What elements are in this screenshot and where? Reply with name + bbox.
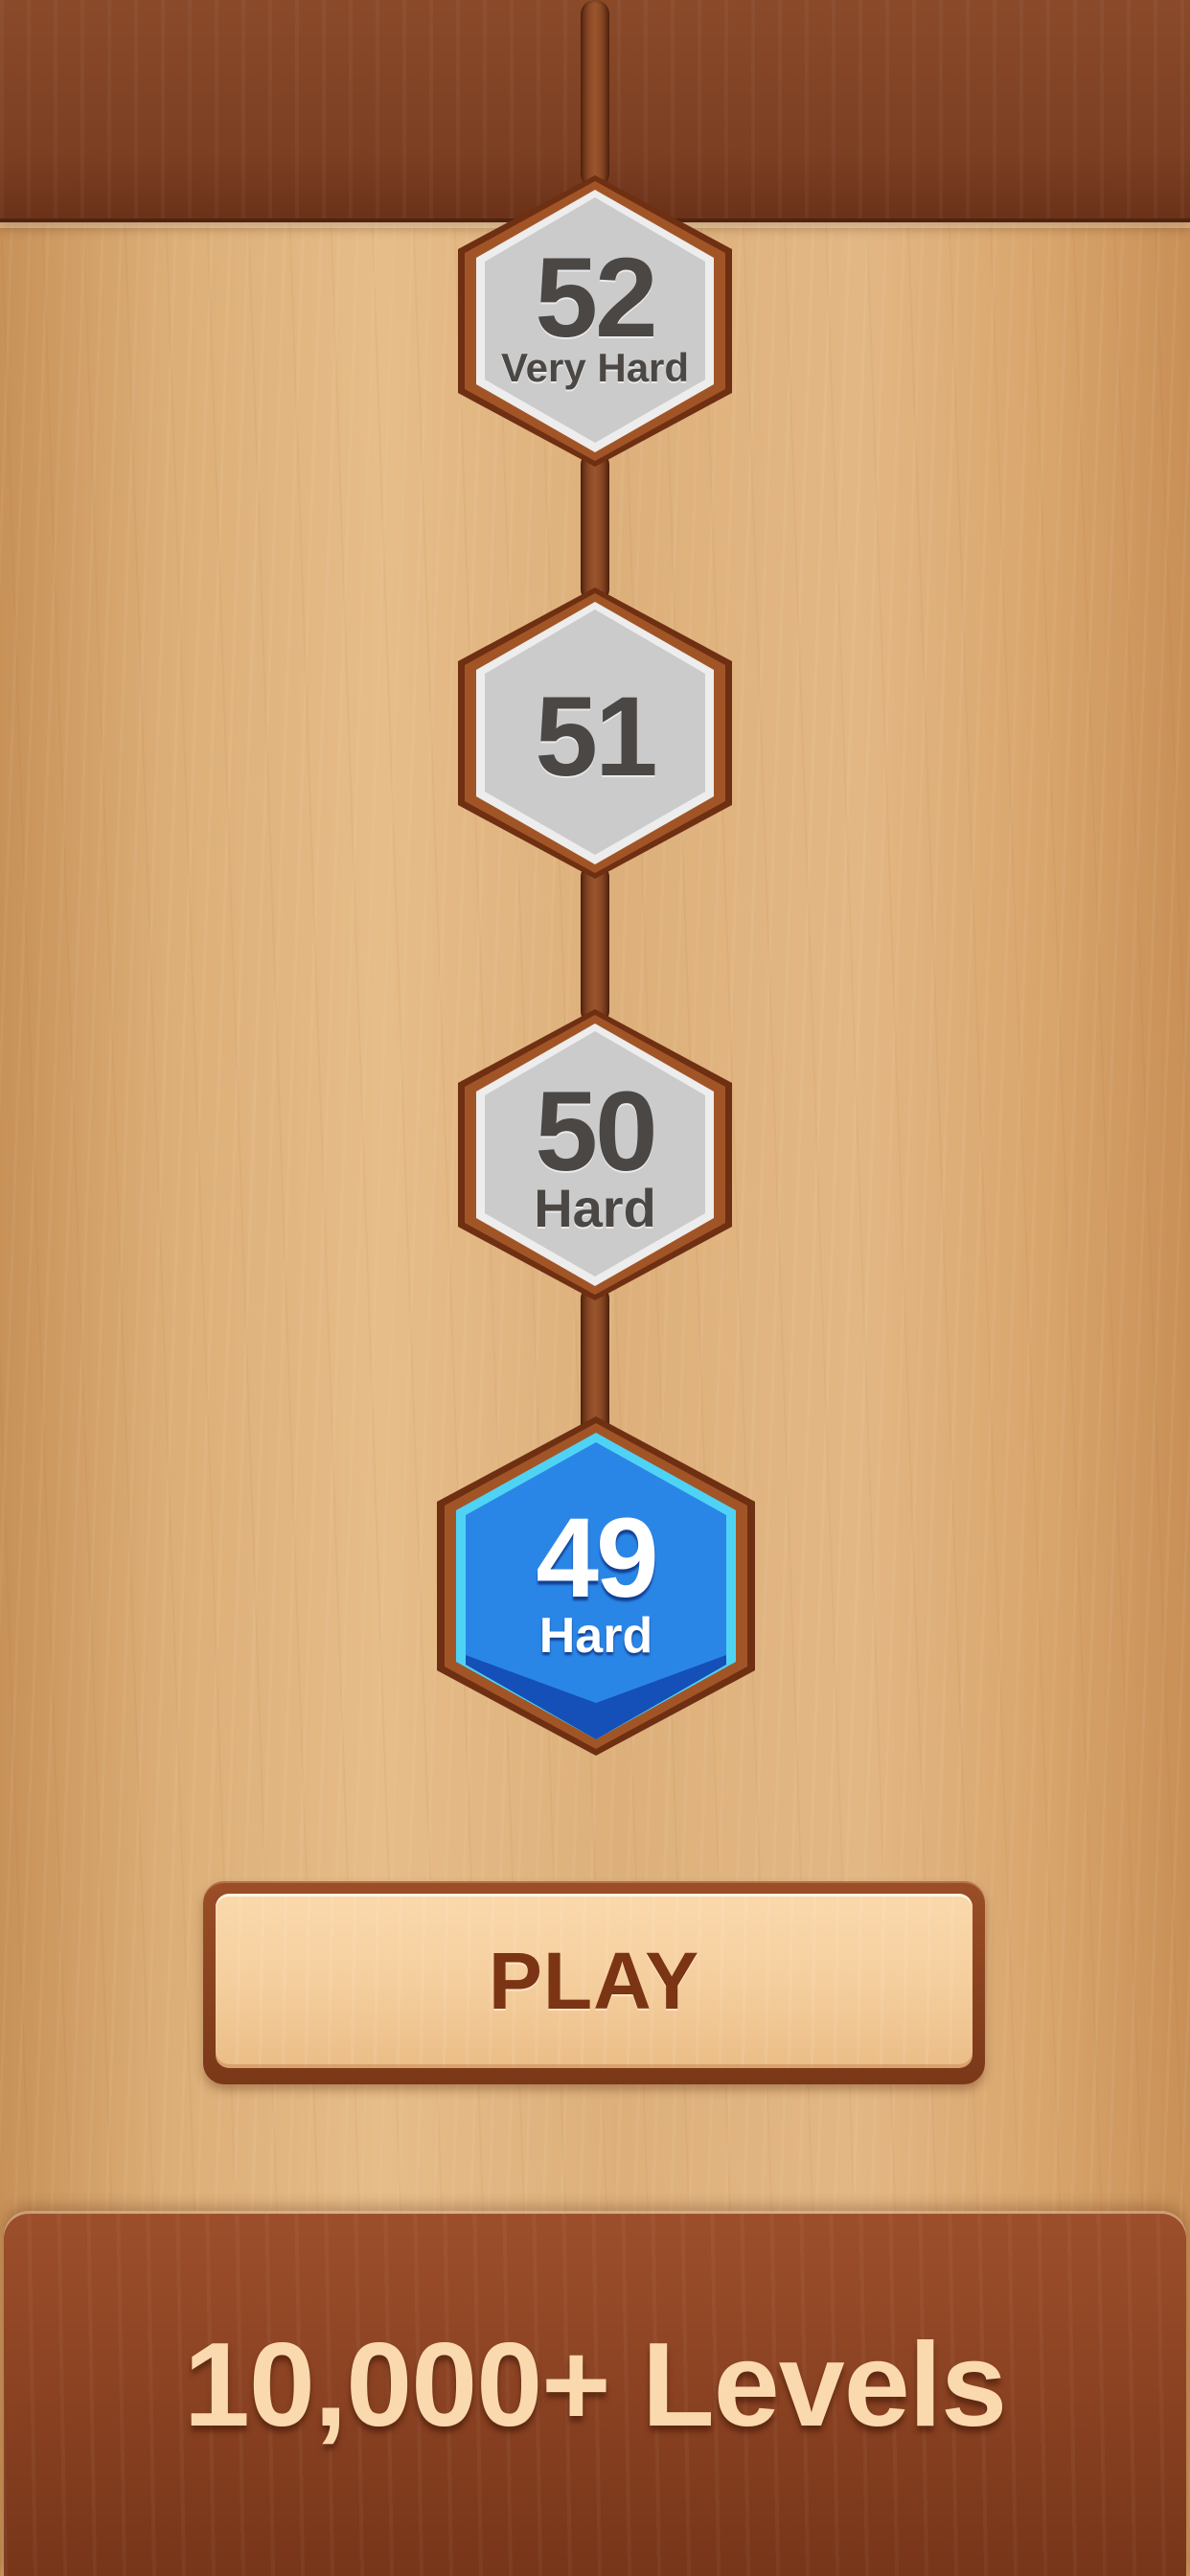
levels-count-caption: 10,000+ Levels — [183, 2319, 1007, 2451]
level-number: 50 — [535, 1069, 657, 1195]
level-number: 52 — [535, 235, 657, 361]
play-button[interactable]: PLAY — [203, 1881, 985, 2084]
level-node-52[interactable]: 52 Very Hard — [446, 172, 744, 470]
play-button-face[interactable]: PLAY — [216, 1894, 973, 2068]
level-difficulty: Hard — [538, 1608, 653, 1664]
level-number: 49 — [536, 1495, 658, 1622]
level-node-51[interactable]: 51 — [446, 585, 744, 882]
level-difficulty: Very Hard — [500, 345, 690, 390]
level-path-track — [581, 450, 609, 604]
promo-footer-panel: 10,000+ Levels — [4, 2214, 1186, 2576]
level-difficulty: Hard — [534, 1178, 656, 1238]
level-node-49-current[interactable]: 49 Hard — [433, 1414, 759, 1759]
level-node-50[interactable]: 50 Hard — [446, 1006, 744, 1303]
level-path-track — [581, 862, 609, 1025]
play-button-label: PLAY — [488, 1935, 700, 2026]
level-path-track — [581, 0, 609, 188]
level-number: 51 — [535, 674, 657, 800]
